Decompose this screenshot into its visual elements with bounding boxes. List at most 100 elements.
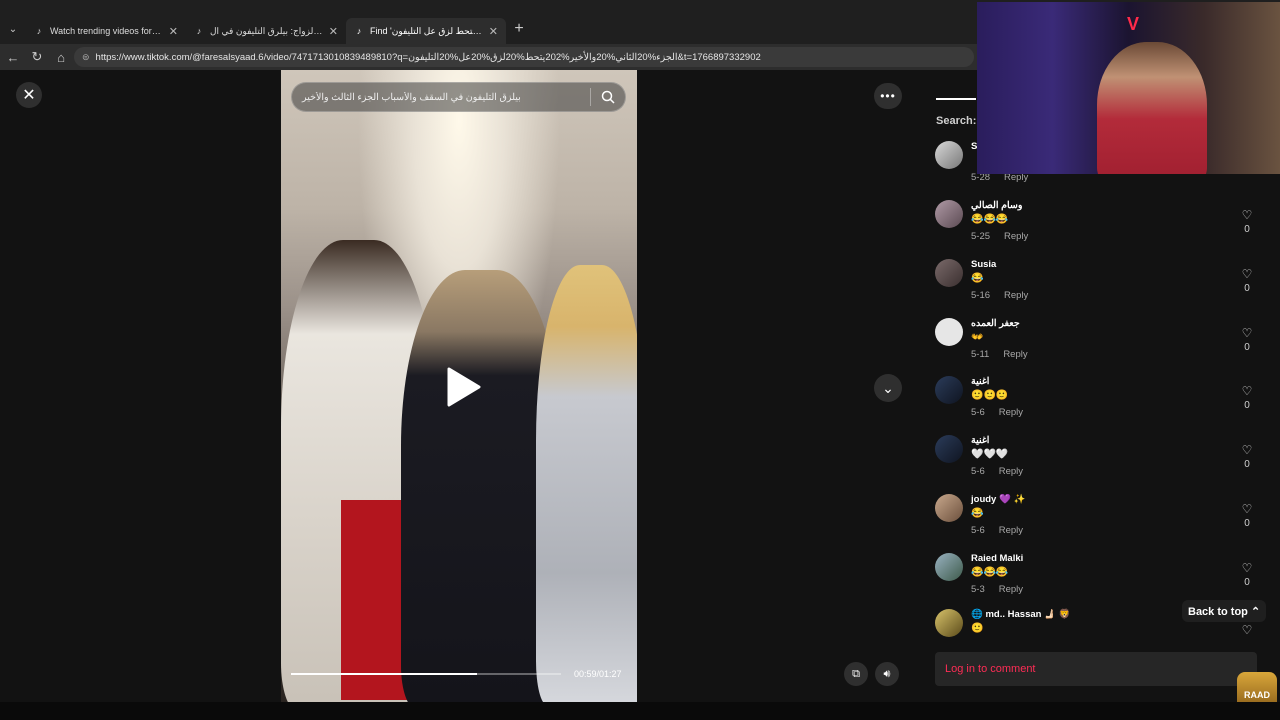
browser-tab-1[interactable]: ♪ Watch trending videos for you | Ti ✕	[26, 18, 186, 44]
reload-icon[interactable]: ↻	[25, 45, 49, 69]
heart-icon[interactable]: ♡	[1239, 384, 1255, 398]
avatar[interactable]	[935, 200, 963, 228]
like-count: 0	[1244, 224, 1250, 235]
video-player[interactable]: بيلزق التليفون في السقف والأسباب الجزء ا…	[281, 70, 637, 702]
like-count: 0	[1244, 459, 1250, 470]
comment-author[interactable]: وسام الصالي	[971, 200, 1022, 211]
close-icon[interactable]: ✕	[16, 82, 42, 108]
browser-tab-2[interactable]: ♪ مفاجآت الزواج: بيلرق التليفون في ال...…	[186, 18, 346, 44]
comment-meta: 5-16 Reply	[971, 290, 1028, 301]
tab-underline	[936, 98, 976, 100]
comment-author[interactable]: جعفر العمده	[971, 318, 1020, 329]
close-tab-icon[interactable]: ✕	[169, 25, 178, 38]
back-arrow-icon[interactable]: ←	[1, 45, 25, 69]
comment-meta: 5-11 Reply	[971, 349, 1028, 360]
avatar[interactable]	[935, 318, 963, 346]
heart-icon[interactable]: ♡	[1239, 443, 1255, 457]
search-label: Search:	[936, 115, 977, 127]
reply-button[interactable]: Reply	[1003, 349, 1027, 360]
comment-date: 5-25	[971, 231, 991, 242]
pip-icon[interactable]: ⧉	[844, 662, 868, 686]
tab-title: Watch trending videos for you | Ti	[50, 26, 163, 36]
avatar[interactable]	[935, 553, 963, 581]
volume-icon[interactable]: 🔊︎	[875, 662, 899, 686]
heart-icon[interactable]: ♡	[1239, 267, 1255, 281]
comment-text: 🙂	[971, 623, 984, 634]
heart-icon[interactable]: ♡	[1239, 326, 1255, 340]
bottom-strip	[0, 702, 1280, 720]
comment-date: 5-16	[971, 290, 991, 301]
comment-meta: 5-6 Reply	[971, 407, 1023, 418]
chevron-down-icon[interactable]: ⌄	[874, 374, 902, 402]
play-icon[interactable]	[443, 365, 483, 409]
tab-title: مفاجآت الزواج: بيلرق التليفون في ال...	[210, 25, 323, 36]
comment-text: 🤍🤍🤍	[971, 449, 1009, 460]
video-viewer: ✕ بيلزق التليفون في السقف والأسباب الجزء…	[0, 70, 915, 702]
browser-tab-3[interactable]: ♪ Find 'والأخير 2يتحط لزق عل التليفون ✕	[346, 18, 506, 44]
reply-button[interactable]: Reply	[1004, 290, 1028, 301]
webcam-person	[1097, 42, 1207, 174]
tiktok-icon: ♪	[356, 26, 362, 36]
comment-item: joudy 💜 ✨ 😂 5-6 Reply ♡ 0	[935, 494, 1255, 552]
comment-author[interactable]: Susia	[971, 259, 996, 270]
video-timecode: 00:59/01:27	[574, 669, 622, 679]
site-info-icon[interactable]: ⊜	[82, 52, 90, 63]
heart-icon[interactable]: ♡	[1239, 208, 1255, 222]
avatar[interactable]	[935, 376, 963, 404]
comment-item: وسام الصالي 😂😂😂 5-25 Reply ♡ 0	[935, 200, 1255, 258]
like-count: 0	[1244, 342, 1250, 353]
video-figure-right	[536, 265, 637, 702]
close-tab-icon[interactable]: ✕	[489, 25, 498, 38]
search-icon[interactable]	[591, 90, 625, 104]
streamer-webcam: V	[977, 2, 1280, 174]
comment-date: 5-3	[971, 584, 985, 595]
comment-date: 5-6	[971, 466, 985, 477]
video-progress-bar[interactable]	[291, 673, 561, 675]
tiktok-icon: ♪	[196, 26, 202, 36]
reply-button[interactable]: Reply	[999, 466, 1023, 477]
reply-button[interactable]: Reply	[999, 407, 1023, 418]
login-to-comment-box[interactable]: Log in to comment	[935, 652, 1257, 686]
comment-author[interactable]: اغنية	[971, 435, 989, 446]
avatar[interactable]	[935, 141, 963, 169]
heart-icon[interactable]: ♡	[1239, 623, 1255, 637]
avatar[interactable]	[935, 494, 963, 522]
reply-button[interactable]: Reply	[999, 584, 1023, 595]
comment-date: 5-6	[971, 407, 985, 418]
home-icon[interactable]: ⌂	[49, 45, 73, 69]
comment-meta: 5-3 Reply	[971, 584, 1023, 595]
comment-text: 😂	[971, 508, 984, 519]
heart-icon[interactable]: ♡	[1239, 561, 1255, 575]
comment-text: 🙂🙂🙂	[971, 390, 1009, 401]
comment-author[interactable]: Raied Malki	[971, 553, 1023, 564]
comment-meta: 5-6 Reply	[971, 525, 1023, 536]
comment-date: 5-6	[971, 525, 985, 536]
reply-button[interactable]: Reply	[1004, 231, 1028, 242]
reply-button[interactable]: Reply	[999, 525, 1023, 536]
tab-list-dropdown-icon[interactable]: ⌄	[4, 20, 22, 38]
comment-date: 5-11	[971, 349, 990, 360]
url-field[interactable]: ⊜ https://www.tiktok.com/@faresalsyaad.6…	[74, 47, 974, 67]
comment-text: 👐	[971, 332, 984, 343]
video-progress-fill	[291, 673, 478, 675]
comment-author[interactable]: joudy 💜 ✨	[971, 494, 1025, 505]
video-search-bar[interactable]: بيلزق التليفون في السقف والأسباب الجزء ا…	[291, 82, 626, 112]
comment-author[interactable]: اغنية	[971, 376, 989, 387]
comment-meta: 5-6 Reply	[971, 466, 1023, 477]
close-tab-icon[interactable]: ✕	[329, 25, 338, 38]
comment-item: اغنية 🤍🤍🤍 5-6 Reply ♡ 0	[935, 435, 1255, 493]
avatar[interactable]	[935, 609, 963, 637]
comment-author[interactable]: 🌐 md.. Hassan 🫸🏻 🦁	[971, 609, 1070, 620]
heart-icon[interactable]: ♡	[1239, 502, 1255, 516]
neon-logo-icon: V	[1127, 14, 1140, 34]
avatar[interactable]	[935, 259, 963, 287]
back-to-top-button[interactable]: Back to top ⌃	[1182, 600, 1267, 622]
new-tab-icon[interactable]: +	[510, 20, 528, 38]
avatar[interactable]	[935, 435, 963, 463]
login-link[interactable]: Log in to comment	[945, 663, 1036, 675]
more-options-icon[interactable]: •••	[874, 83, 902, 109]
comment-item: Susia 😂 5-16 Reply ♡ 0	[935, 259, 1255, 317]
tiktok-icon: ♪	[36, 26, 42, 36]
like-count: 0	[1244, 400, 1250, 411]
comment-text: 😂😂😂	[971, 214, 1009, 225]
